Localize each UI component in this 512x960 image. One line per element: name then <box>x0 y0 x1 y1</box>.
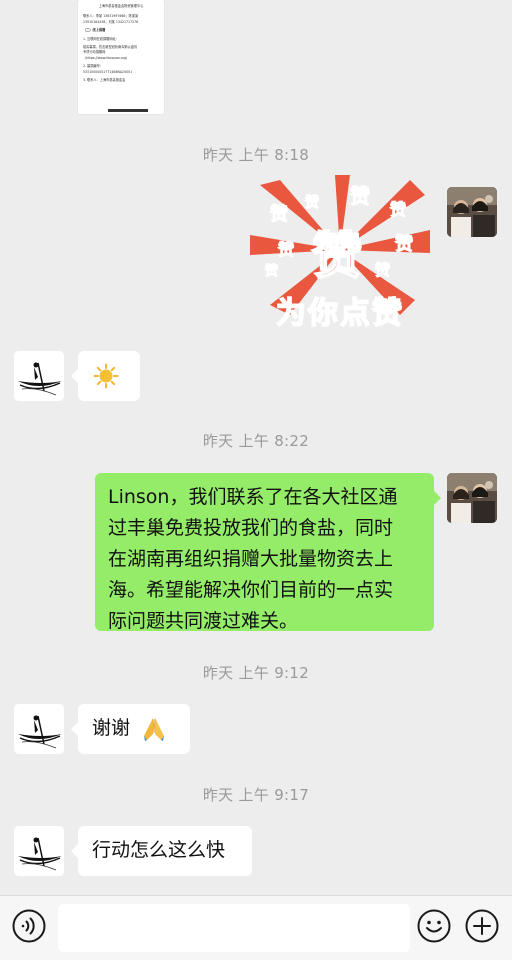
message-bubble[interactable]: 行动怎么这么快 <box>71 826 252 876</box>
timestamp: 昨天 上午 8:18 <box>202 146 310 164</box>
message-text-line: 海。希望能解决你们目前的一点实 <box>108 579 394 601</box>
message-text: 谢谢 <box>92 717 131 739</box>
sticker-word: 赞 <box>374 261 390 279</box>
emoji-icon[interactable] <box>417 909 451 943</box>
message-text-line: Linson，我们联系了在各大社区通 <box>108 486 398 508</box>
boat-avatar-icon <box>14 704 64 754</box>
plus-icon[interactable] <box>465 909 499 943</box>
message-bubble[interactable]: 谢谢 <box>71 704 190 754</box>
pray-emoji <box>144 718 164 741</box>
boat-avatar-icon <box>14 826 64 876</box>
sticker-word: 赞 <box>349 184 370 208</box>
message-text-line: 在湖南再组织捐赠大批量物资去上 <box>108 548 394 570</box>
message-text-line: 过丰巢免费投放我们的食盐，同时 <box>108 517 394 539</box>
sticker-word: 赞 <box>269 204 288 225</box>
sticker-big-word: 赞 <box>312 227 362 285</box>
boat-avatar-icon <box>14 351 64 401</box>
document-image-message[interactable]: 上海市慈善基金会物资管理中心 联系人：李某 13631997666；陈某某 13… <box>78 0 164 114</box>
message-bubble[interactable] <box>71 351 140 401</box>
my-avatar[interactable] <box>447 473 497 523</box>
sticker-caption: 为你点赞 <box>276 296 404 331</box>
doc-line: 1. 互联网在线捐赠网址： <box>83 36 119 41</box>
timestamp: 昨天 上午 9:12 <box>202 664 310 682</box>
contact-avatar[interactable] <box>14 826 64 876</box>
message-text: 行动怎么这么快 <box>92 839 226 861</box>
sticker-word: 赞 <box>304 194 319 211</box>
timestamp: 昨天 上午 8:22 <box>202 432 310 450</box>
like-sticker[interactable]: 赞 赞 赞 赞 赞 赞 赞 赞 赞 为你点赞 <box>250 175 430 335</box>
sticker-word: 赞 <box>394 234 413 255</box>
contact-avatar[interactable] <box>14 351 64 401</box>
doc-line: 53310000051771468NA20001 <box>83 69 133 74</box>
chat-input-bar <box>0 895 512 960</box>
doc-line: （二）线上捐赠 <box>83 28 106 33</box>
doc-line: （https://www.lianquan.org） <box>83 55 130 60</box>
sticker-word: 赞 <box>389 200 406 219</box>
doc-line: 上海市慈善基金会物资管理中心 <box>98 4 144 8</box>
sticker-word: 赞 <box>277 240 294 259</box>
contact-avatar[interactable] <box>14 704 64 754</box>
timestamp: 昨天 上午 9:17 <box>202 786 310 804</box>
sun-emoji <box>93 363 119 389</box>
doc-line: 13910184438；刘某 13421717276 <box>83 19 139 24</box>
redaction-bar <box>108 109 148 112</box>
avatar-photo-icon <box>447 473 497 523</box>
doc-line: 3. 联系人：上海市慈善基金会 <box>83 78 126 83</box>
message-input[interactable] <box>58 904 410 952</box>
chat-message-list[interactable]: 上海市慈善基金会物资管理中心 联系人：李某 13631997666；陈某某 13… <box>0 0 512 895</box>
my-avatar[interactable] <box>447 187 497 237</box>
avatar-photo-icon <box>447 187 497 237</box>
voice-icon[interactable] <box>12 909 46 943</box>
sticker-word: 赞 <box>264 263 278 279</box>
message-bubble[interactable]: Linson，我们联系了在各大社区通 过丰巢免费投放我们的食盐，同时 在湖南再组… <box>95 473 441 632</box>
message-text-line: 际问题共同渡过难关。 <box>108 610 299 632</box>
